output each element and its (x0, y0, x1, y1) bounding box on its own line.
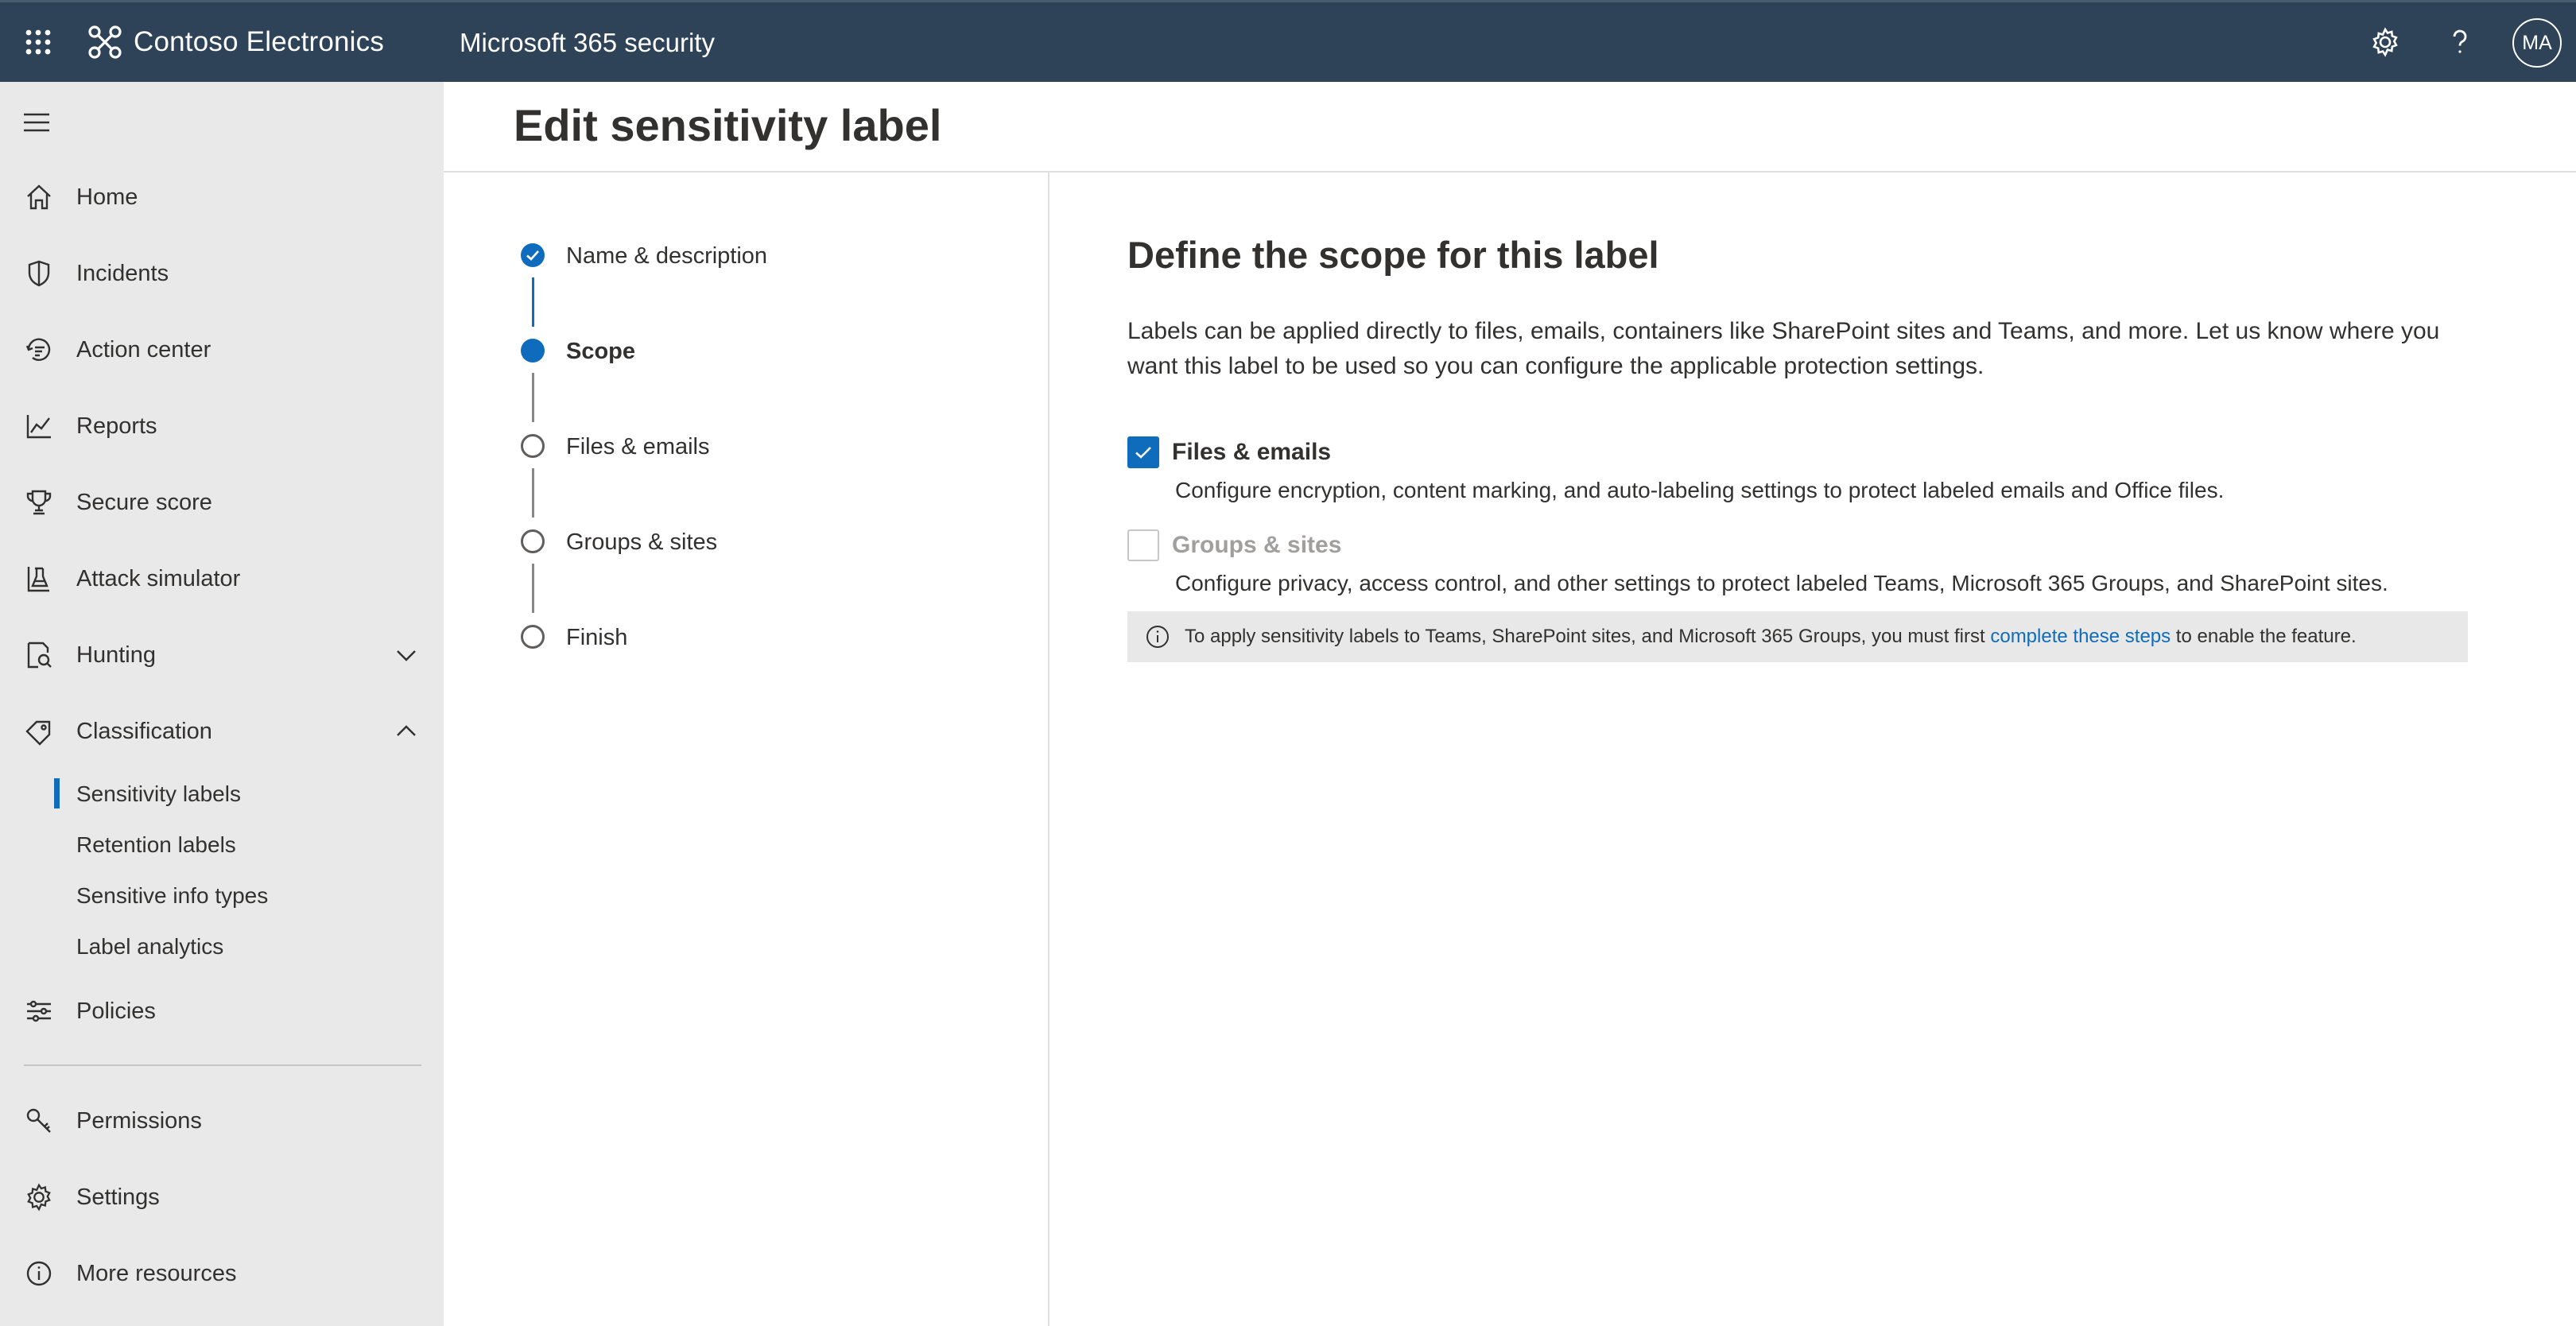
top-bar: Contoso Electronics Microsoft 365 securi… (0, 0, 2576, 82)
nav-item-label: Attack simulator (76, 565, 241, 591)
step-connector (532, 373, 534, 422)
checkbox-box (1127, 529, 1159, 561)
wizard-steps: Name & description Scope Files & emails … (444, 173, 1049, 1326)
nav-item-settings[interactable]: Settings (0, 1165, 444, 1229)
nav-item-label: Policies (76, 998, 156, 1024)
collapse-nav-icon[interactable] (22, 111, 51, 134)
left-navigation: Home Incidents Action center Reports Sec… (0, 82, 444, 1326)
nav-item-label: More resources (76, 1260, 237, 1286)
step-connector (532, 564, 534, 613)
hunting-icon (24, 640, 54, 670)
step-label: Scope (566, 338, 636, 364)
org-brand[interactable]: Contoso Electronics (86, 23, 384, 61)
nav-item-home[interactable]: Home (0, 165, 444, 229)
step-label: Name & description (566, 242, 768, 269)
step-label: Files & emails (566, 433, 710, 459)
nav-item-label: Incidents (76, 260, 169, 286)
gear-icon (24, 1182, 54, 1212)
checkbox-label: Files & emails (1172, 439, 1332, 465)
contoso-logo-icon (88, 25, 122, 59)
trophy-icon (24, 487, 54, 518)
files-emails-checkbox[interactable]: Files & emails (1127, 436, 1331, 468)
sidebar-subitem-label-analytics[interactable]: Label analytics (0, 923, 444, 971)
nav-item-label: Settings (76, 1184, 160, 1210)
key-icon (24, 1106, 54, 1136)
sidebar-subitem-sensitive-info-types[interactable]: Sensitive info types (0, 872, 444, 920)
active-indicator (54, 778, 60, 808)
info-text-after: to enable the feature. (2171, 626, 2357, 647)
action-center-icon (24, 335, 54, 365)
app-launcher-icon[interactable] (22, 26, 54, 58)
subitem-label: Sensitive info types (76, 883, 269, 908)
nav-item-attack-simulator[interactable]: Attack simulator (0, 547, 444, 611)
nav-item-secure-score[interactable]: Secure score (0, 471, 444, 534)
nav-item-classification[interactable]: Classification (0, 700, 444, 763)
info-icon (1146, 626, 1169, 648)
policies-icon (24, 996, 54, 1026)
info-text-before: To apply sensitivity labels to Teams, Sh… (1185, 626, 1991, 647)
sidebar-subitem-retention-labels[interactable]: Retention labels (0, 821, 444, 869)
org-name: Contoso Electronics (134, 26, 385, 57)
nav-item-permissions[interactable]: Permissions (0, 1089, 444, 1153)
step-connector (532, 468, 534, 518)
nav-item-label: Action center (76, 336, 211, 363)
checkbox-box[interactable] (1127, 436, 1159, 468)
user-avatar[interactable]: MA (2512, 18, 2562, 68)
tag-icon (24, 716, 54, 746)
flask-icon (24, 564, 54, 594)
step-pending-icon (521, 434, 545, 458)
step-label: Finish (566, 624, 628, 650)
nav-item-policies[interactable]: Policies (0, 979, 444, 1043)
nav-item-label: Home (76, 184, 138, 210)
nav-item-label: Reports (76, 413, 157, 439)
step-pending-icon (521, 625, 545, 649)
subitem-label: Sensitivity labels (76, 781, 241, 806)
nav-item-action-center[interactable]: Action center (0, 318, 444, 382)
page-header: Edit sensitivity label (444, 82, 2576, 173)
shield-icon (24, 258, 54, 289)
step-current-icon (521, 339, 545, 363)
subitem-label: Label analytics (76, 934, 224, 959)
page-title: Edit sensitivity label (514, 100, 942, 150)
step-connector (532, 277, 534, 327)
nav-item-label: Permissions (76, 1107, 202, 1134)
checkmark-icon (1135, 447, 1151, 459)
info-message-bar: To apply sensitivity labels to Teams, Sh… (1127, 611, 2468, 662)
nav-item-reports[interactable]: Reports (0, 394, 444, 458)
groups-sites-description: Configure privacy, access control, and o… (1175, 571, 2388, 595)
step-pending-icon (521, 529, 545, 553)
nav-item-incidents[interactable]: Incidents (0, 242, 444, 305)
nav-item-label: Hunting (76, 642, 156, 668)
complete-these-steps-link[interactable]: complete these steps (1990, 626, 2171, 647)
section-title: Define the scope for this label (1127, 234, 1659, 276)
chevron-up-icon[interactable] (393, 718, 420, 745)
files-emails-description: Configure encryption, content marking, a… (1175, 478, 2225, 502)
nav-item-hunting[interactable]: Hunting (0, 623, 444, 687)
chart-line-icon (24, 411, 54, 441)
info-message-text: To apply sensitivity labels to Teams, Sh… (1185, 626, 2357, 648)
app-title[interactable]: Microsoft 365 security (460, 28, 715, 58)
nav-item-label: Classification (76, 718, 212, 744)
groups-sites-checkbox: Groups & sites (1127, 529, 1341, 561)
step-completed-icon (521, 243, 545, 267)
nav-item-label: Secure score (76, 489, 212, 515)
info-icon (24, 1258, 54, 1289)
step-label: Groups & sites (566, 529, 718, 555)
checkbox-label: Groups & sites (1172, 532, 1342, 558)
chevron-down-icon[interactable] (393, 642, 420, 669)
nav-divider (24, 1064, 421, 1066)
home-icon (24, 182, 54, 212)
subitem-label: Retention labels (76, 832, 236, 857)
settings-gear-icon[interactable] (2368, 25, 2403, 60)
nav-item-more-resources[interactable]: More resources (0, 1242, 444, 1305)
scope-intro-text: Labels can be applied directly to files,… (1127, 318, 2440, 379)
sidebar-subitem-sensitivity-labels[interactable]: Sensitivity labels (0, 770, 444, 818)
help-icon[interactable] (2442, 25, 2477, 60)
